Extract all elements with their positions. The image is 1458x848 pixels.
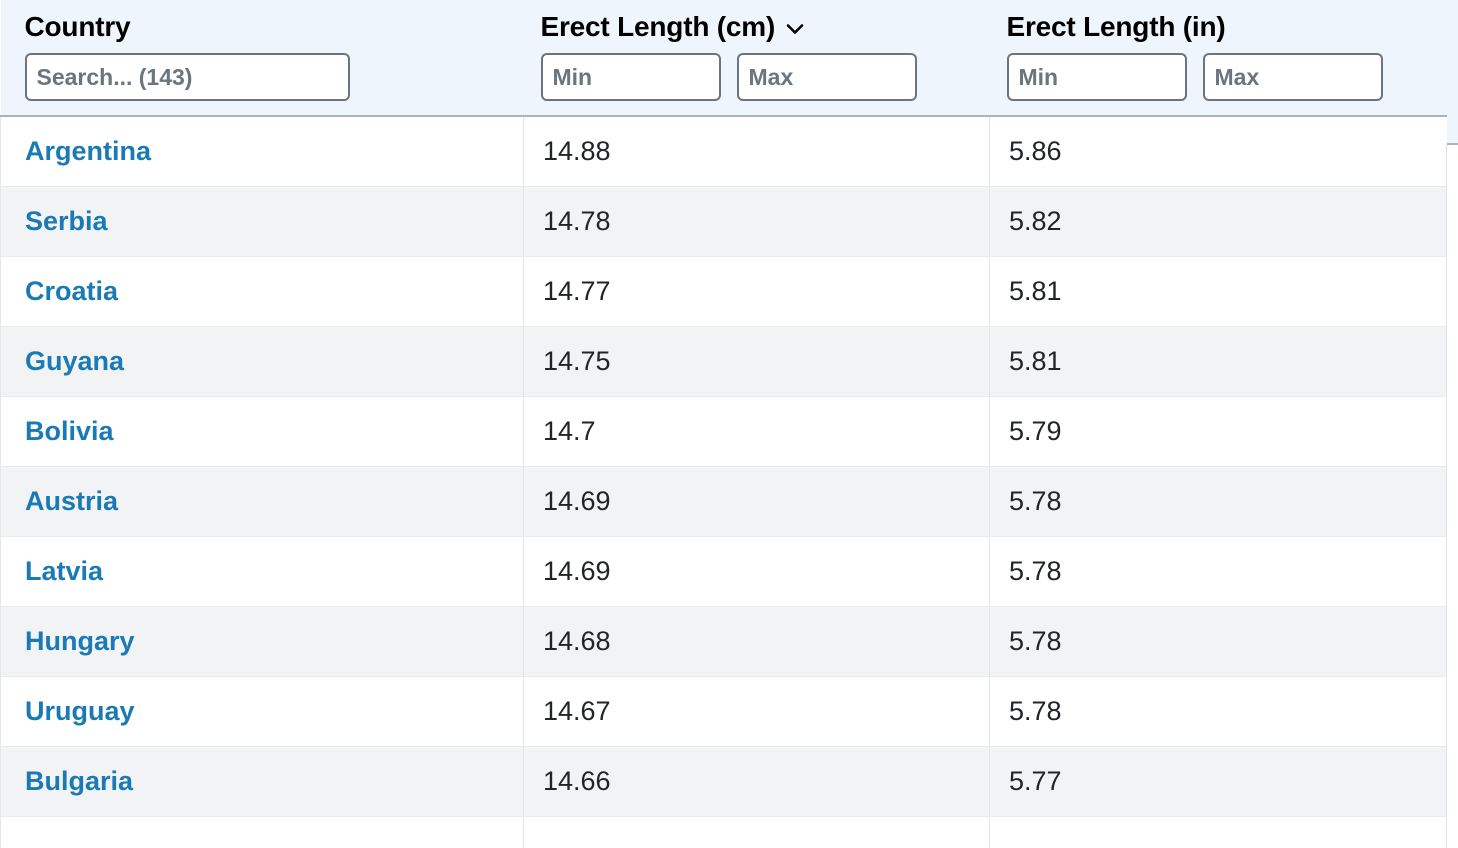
- search-input[interactable]: [24, 53, 350, 101]
- country-link[interactable]: Guyana: [25, 346, 124, 376]
- cell-country: Hungary: [0, 606, 524, 677]
- cell-erect-length-cm: 14.88: [523, 116, 990, 187]
- table-header-row: Country Erect Length (cm): [0, 0, 1448, 117]
- cell-erect-length-in: 5.79: [989, 396, 1448, 467]
- erect-length-in-value: 5.77: [1009, 766, 1062, 796]
- cell-country: Bolivia: [0, 396, 524, 467]
- cell-erect-length-in: [989, 816, 1448, 848]
- country-link[interactable]: Uruguay: [25, 696, 135, 726]
- country-link[interactable]: Argentina: [25, 136, 151, 166]
- erect-length-cm-min-input[interactable]: [540, 53, 721, 101]
- erect-length-cm-value: 14.67: [543, 696, 611, 726]
- table-row[interactable]: [0, 816, 1448, 848]
- erect-length-cm-value: 14.68: [543, 626, 611, 656]
- cell-erect-length-cm: [523, 816, 990, 848]
- erect-length-cm-value: 14.69: [543, 556, 611, 586]
- erect-length-cm-value: 14.77: [543, 276, 611, 306]
- cell-erect-length-cm: 14.67: [523, 676, 990, 747]
- erect-length-in-value: 5.81: [1009, 276, 1062, 306]
- erect-length-in-value: 5.78: [1009, 556, 1062, 586]
- cell-erect-length-in: 5.77: [989, 746, 1448, 817]
- cell-country: Uruguay: [0, 676, 524, 747]
- country-link[interactable]: Latvia: [25, 556, 103, 586]
- cell-country: [0, 816, 524, 848]
- erect-length-in-min-input[interactable]: [1006, 53, 1187, 101]
- erect-length-in-value: 5.82: [1009, 206, 1062, 236]
- chevron-down-icon[interactable]: [784, 18, 806, 40]
- cell-erect-length-cm: 14.69: [523, 536, 990, 607]
- erect-length-cm-value: 14.69: [543, 486, 611, 516]
- table-row[interactable]: Serbia 14.78 5.82: [0, 186, 1448, 257]
- column-header-erect-length-cm[interactable]: Erect Length (cm): [523, 0, 990, 117]
- table-header: Country Erect Length (cm): [0, 0, 1448, 117]
- country-link[interactable]: Bulgaria: [25, 766, 133, 796]
- country-link[interactable]: Serbia: [25, 206, 108, 236]
- column-header-country[interactable]: Country: [0, 0, 524, 117]
- column-title-erect-length-in-label: Erect Length (in): [1006, 11, 1226, 42]
- table-row[interactable]: Bolivia 14.7 5.79: [0, 396, 1448, 467]
- column-title-erect-length-in: Erect Length (in): [1007, 10, 1448, 44]
- erect-length-cm-max-input[interactable]: [736, 53, 917, 101]
- column-header-erect-length-in[interactable]: Erect Length (in): [989, 0, 1448, 117]
- erect-length-in-max-input[interactable]: [1202, 53, 1383, 101]
- cell-country: Austria: [0, 466, 524, 537]
- cell-erect-length-cm: 14.78: [523, 186, 990, 257]
- erect-length-cm-filter-row: [540, 53, 990, 101]
- cell-erect-length-cm: 14.7: [523, 396, 990, 467]
- erect-length-in-value: 5.81: [1009, 346, 1062, 376]
- column-title-erect-length-cm-label: Erect Length (cm): [540, 11, 776, 42]
- cell-erect-length-cm: 14.75: [523, 326, 990, 397]
- table-row[interactable]: Argentina 14.88 5.86: [0, 116, 1448, 187]
- table-row[interactable]: Uruguay 14.67 5.78: [0, 676, 1448, 747]
- column-title-erect-length-cm: Erect Length (cm): [541, 10, 990, 44]
- cell-erect-length-in: 5.82: [989, 186, 1448, 257]
- erect-length-in-filter-row: [1006, 53, 1448, 101]
- table-row[interactable]: Latvia 14.69 5.78: [0, 536, 1448, 607]
- erect-length-in-value: 5.79: [1009, 416, 1062, 446]
- cell-erect-length-in: 5.81: [989, 256, 1448, 327]
- country-link[interactable]: Hungary: [25, 626, 135, 656]
- table-row[interactable]: Hungary 14.68 5.78: [0, 606, 1448, 677]
- erect-length-in-value: 5.78: [1009, 626, 1062, 656]
- table-body: Argentina 14.88 5.86 Serbia 14.78 5.82 Croatia…: [0, 116, 1448, 848]
- erect-length-cm-value: 14.75: [543, 346, 611, 376]
- erect-length-cm-value: 14.66: [543, 766, 611, 796]
- table-row[interactable]: Austria 14.69 5.78: [0, 466, 1448, 537]
- erect-length-in-value: 5.78: [1009, 696, 1062, 726]
- cell-country: Croatia: [0, 256, 524, 327]
- cell-country: Latvia: [0, 536, 524, 607]
- erect-length-cm-value: 14.7: [543, 416, 596, 446]
- cell-erect-length-in: 5.86: [989, 116, 1448, 187]
- erect-length-in-value: 5.78: [1009, 486, 1062, 516]
- cell-country: Argentina: [0, 116, 524, 187]
- cell-erect-length-cm: 14.66: [523, 746, 990, 817]
- header-right-filler: [1447, 0, 1458, 145]
- table-row[interactable]: Bulgaria 14.66 5.77: [0, 746, 1448, 817]
- country-length-table-container: Country Erect Length (cm): [0, 0, 1458, 848]
- table-row[interactable]: Croatia 14.77 5.81: [0, 256, 1448, 327]
- country-link[interactable]: Austria: [25, 486, 118, 516]
- cell-country: Guyana: [0, 326, 524, 397]
- country-link[interactable]: Croatia: [25, 276, 118, 306]
- cell-erect-length-cm: 14.68: [523, 606, 990, 677]
- country-link[interactable]: Bolivia: [25, 416, 114, 446]
- country-filter-row: [24, 53, 524, 101]
- cell-erect-length-in: 5.78: [989, 606, 1448, 677]
- cell-erect-length-in: 5.81: [989, 326, 1448, 397]
- table-row[interactable]: Guyana 14.75 5.81: [0, 326, 1448, 397]
- cell-erect-length-cm: 14.69: [523, 466, 990, 537]
- cell-country: Bulgaria: [0, 746, 524, 817]
- column-title-country: Country: [25, 10, 524, 44]
- cell-erect-length-in: 5.78: [989, 466, 1448, 537]
- cell-erect-length-in: 5.78: [989, 536, 1448, 607]
- cell-erect-length-in: 5.78: [989, 676, 1448, 747]
- erect-length-in-value: 5.86: [1009, 136, 1062, 166]
- erect-length-cm-value: 14.78: [543, 206, 611, 236]
- cell-erect-length-cm: 14.77: [523, 256, 990, 327]
- erect-length-cm-value: 14.88: [543, 136, 611, 166]
- country-length-table: Country Erect Length (cm): [0, 0, 1448, 848]
- column-title-country-label: Country: [24, 11, 131, 42]
- cell-country: Serbia: [0, 186, 524, 257]
